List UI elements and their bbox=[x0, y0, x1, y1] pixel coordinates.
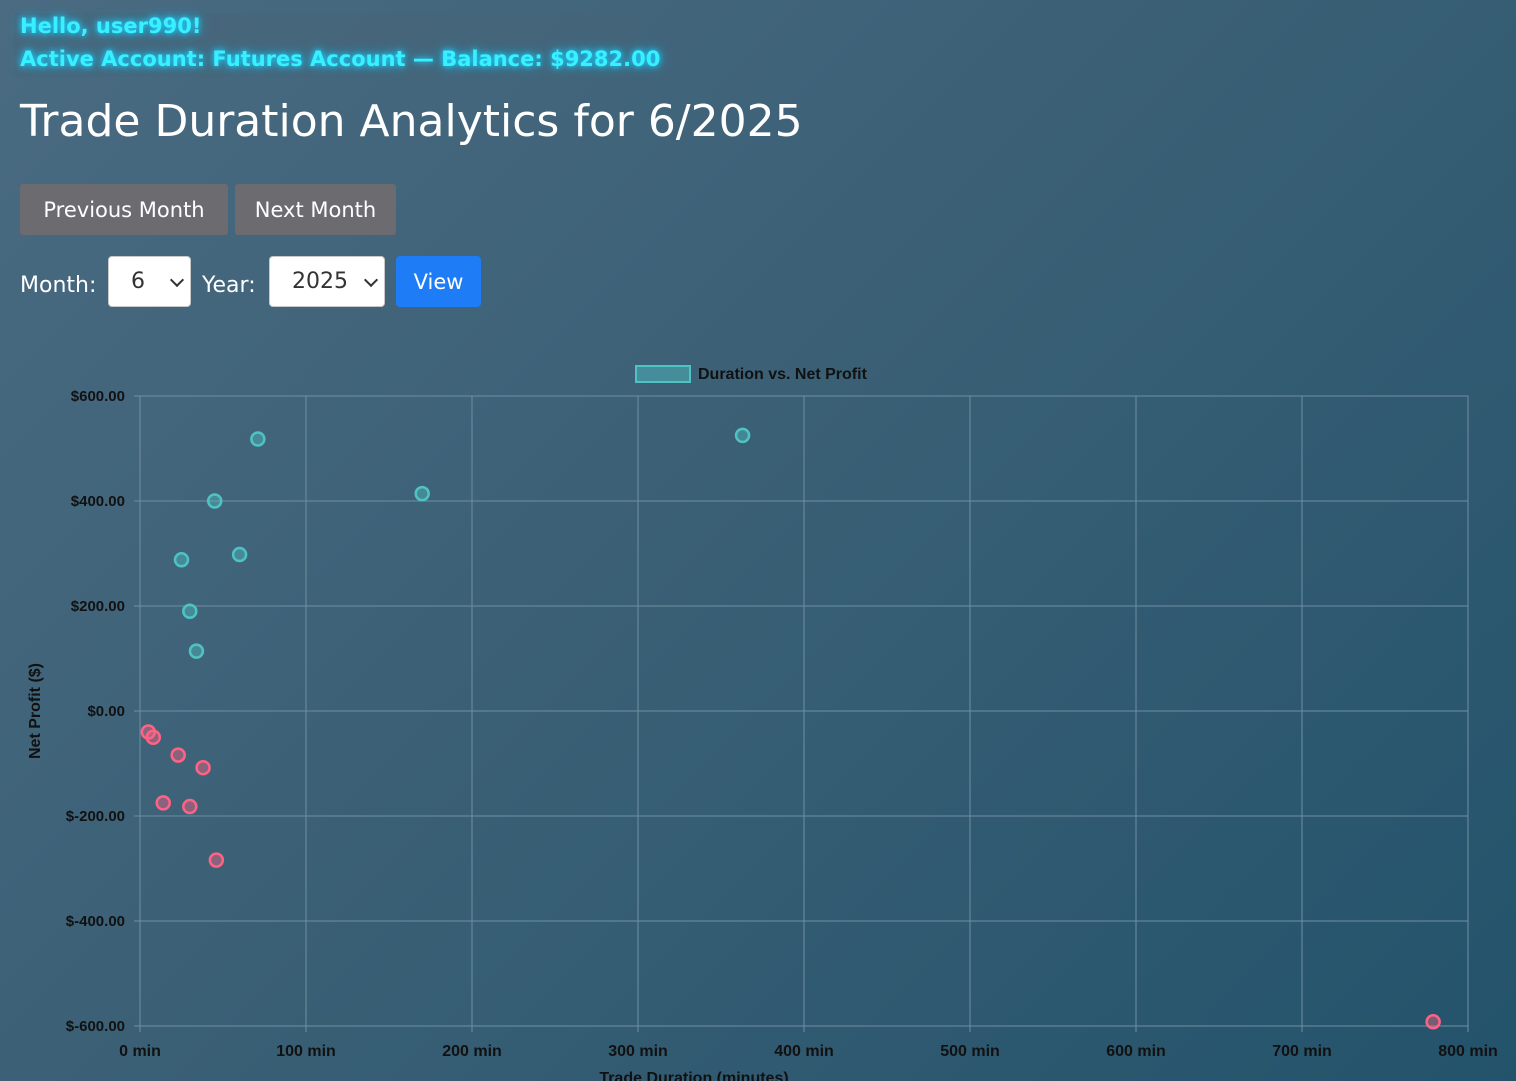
data-point[interactable] bbox=[250, 431, 266, 447]
month-select-value: 6 bbox=[131, 269, 145, 294]
data-point[interactable] bbox=[195, 759, 211, 776]
y-tick-label: $600.00 bbox=[71, 388, 125, 405]
data-point[interactable] bbox=[155, 795, 171, 811]
data-point[interactable] bbox=[173, 552, 190, 568]
month-select[interactable]: 6 bbox=[108, 256, 191, 307]
y-tick-label: $-600.00 bbox=[66, 1018, 125, 1035]
data-point[interactable] bbox=[206, 493, 223, 509]
chevron-down-icon bbox=[363, 272, 379, 288]
x-tick-label: 300 min bbox=[608, 1043, 668, 1060]
x-tick-label: 100 min bbox=[276, 1043, 336, 1060]
x-axis-title: Trade Duration (minutes) bbox=[599, 1070, 788, 1081]
year-label: Year: bbox=[202, 273, 256, 298]
x-tick-label: 500 min bbox=[940, 1043, 1000, 1060]
data-point[interactable] bbox=[145, 729, 162, 745]
x-tick-label: 800 min bbox=[1438, 1043, 1498, 1060]
data-point[interactable] bbox=[208, 852, 225, 868]
data-point[interactable] bbox=[734, 427, 751, 444]
greeting-text: Hello, user990! bbox=[20, 14, 202, 38]
data-point[interactable] bbox=[182, 798, 198, 815]
y-axis-title: Net Profit ($) bbox=[27, 663, 44, 759]
active-account-text: Active Account: Futures Account — Balanc… bbox=[20, 47, 661, 71]
y-tick-label: $400.00 bbox=[71, 493, 125, 510]
x-tick-label: 600 min bbox=[1106, 1043, 1166, 1060]
y-tick-label: $-400.00 bbox=[66, 913, 125, 930]
x-tick-label: 400 min bbox=[774, 1043, 834, 1060]
view-button[interactable]: View bbox=[396, 256, 481, 307]
next-month-button[interactable]: Next Month bbox=[235, 184, 396, 235]
legend-swatch[interactable] bbox=[635, 365, 691, 383]
page-title: Trade Duration Analytics for 6/2025 bbox=[20, 96, 803, 147]
data-point[interactable] bbox=[1425, 1014, 1441, 1030]
x-tick-label: 0 min bbox=[119, 1043, 161, 1060]
data-point[interactable] bbox=[170, 747, 186, 763]
duration-profit-scatter-chart: Duration vs. Net Profit 0 min 100 min 200 … bbox=[27, 365, 1498, 1081]
data-point[interactable] bbox=[231, 546, 248, 563]
year-select-value: 2025 bbox=[292, 269, 348, 294]
data-point[interactable] bbox=[414, 485, 430, 502]
y-tick-label: $0.00 bbox=[87, 703, 125, 720]
data-point[interactable] bbox=[188, 643, 205, 659]
y-tick-label: $-200.00 bbox=[66, 808, 125, 825]
legend-label[interactable]: Duration vs. Net Profit bbox=[698, 366, 868, 383]
month-label: Month: bbox=[20, 273, 97, 298]
chevron-down-icon bbox=[169, 272, 185, 288]
y-tick-label: $200.00 bbox=[71, 598, 125, 615]
year-select[interactable]: 2025 bbox=[269, 256, 385, 307]
x-tick-label: 700 min bbox=[1272, 1043, 1332, 1060]
previous-month-button[interactable]: Previous Month bbox=[20, 184, 228, 235]
data-point[interactable] bbox=[182, 603, 198, 619]
x-tick-label: 200 min bbox=[442, 1043, 502, 1060]
